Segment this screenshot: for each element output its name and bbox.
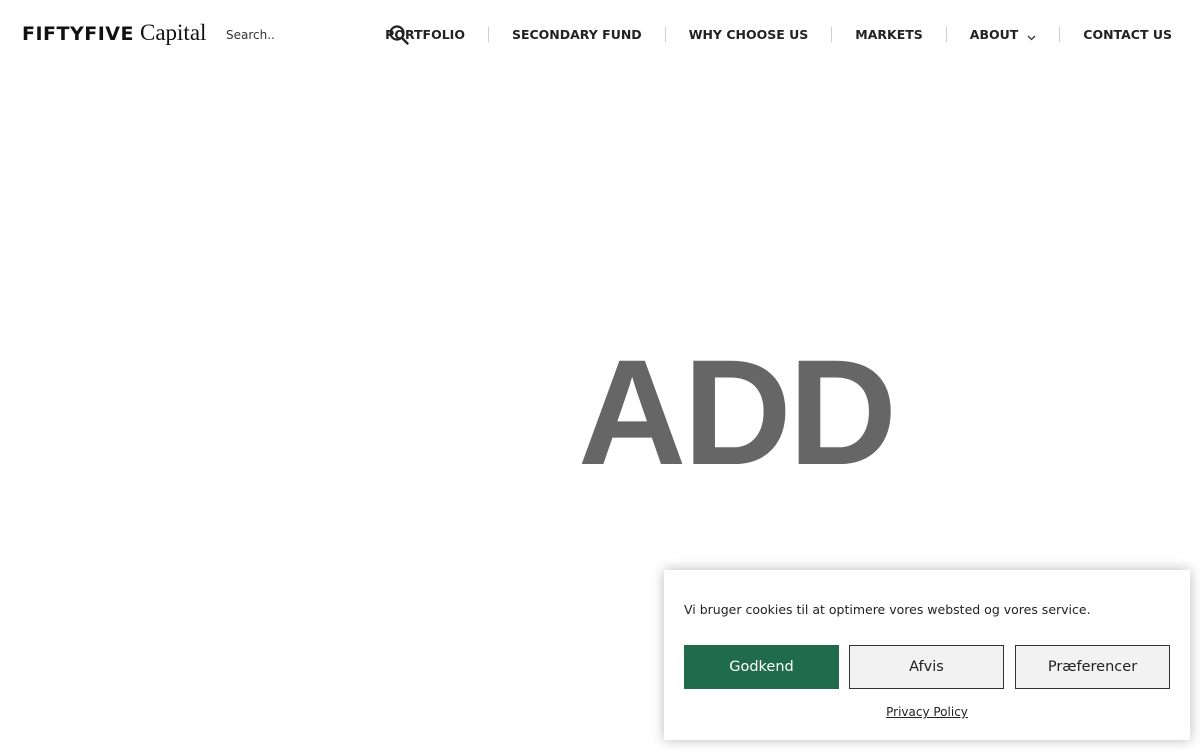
nav-item-contact-us[interactable]: CONTACT US [1083, 27, 1172, 42]
nav-divider [831, 26, 833, 42]
site-logo[interactable]: FIFTYFIVE Capital [22, 20, 206, 50]
cookie-message: Vi bruger cookies til at optimere vores … [684, 602, 1091, 617]
main-nav: PORTFOLIO SECONDARY FUND WHY CHOOSE US M… [385, 22, 1172, 46]
nav-item-label: PORTFOLIO [385, 26, 465, 42]
deny-button[interactable]: Afvis [849, 645, 1004, 689]
page: FIFTYFIVE Capital PORTFOLIO SECONDARY FU… [0, 0, 1200, 750]
privacy-policy-link[interactable]: Privacy Policy [664, 705, 1190, 719]
nav-divider [945, 26, 947, 42]
logo-wordmark: FIFTYFIVE [22, 23, 134, 45]
nav-divider [487, 26, 489, 42]
preferences-button[interactable]: Præferencer [1015, 645, 1170, 689]
site-header: FIFTYFIVE Capital PORTFOLIO SECONDARY FU… [0, 0, 1200, 70]
nav-item-portfolio[interactable]: PORTFOLIO [385, 27, 465, 42]
nav-item-label: WHY CHOOSE US [688, 26, 809, 42]
nav-divider [1059, 26, 1061, 42]
nav-item-label: CONTACT US [1083, 26, 1172, 42]
nav-item-markets[interactable]: MARKETS [855, 27, 923, 42]
chevron-down-icon[interactable] [1027, 30, 1036, 40]
nav-item-label: SECONDARY FUND [511, 26, 642, 42]
hero-heading: ADD [578, 328, 897, 496]
nav-item-label: ABOUT [969, 26, 1019, 42]
nav-divider [664, 26, 666, 42]
cookie-banner: Vi bruger cookies til at optimere vores … [664, 570, 1190, 740]
nav-item-label: MARKETS [855, 26, 923, 42]
nav-item-secondary-fund[interactable]: SECONDARY FUND [512, 27, 642, 42]
accept-button[interactable]: Godkend [684, 645, 839, 689]
nav-item-about[interactable]: ABOUT [970, 27, 1037, 42]
search-input[interactable] [226, 24, 376, 46]
logo-suffix: Capital [139, 20, 207, 45]
nav-item-why-choose-us[interactable]: WHY CHOOSE US [689, 27, 809, 42]
